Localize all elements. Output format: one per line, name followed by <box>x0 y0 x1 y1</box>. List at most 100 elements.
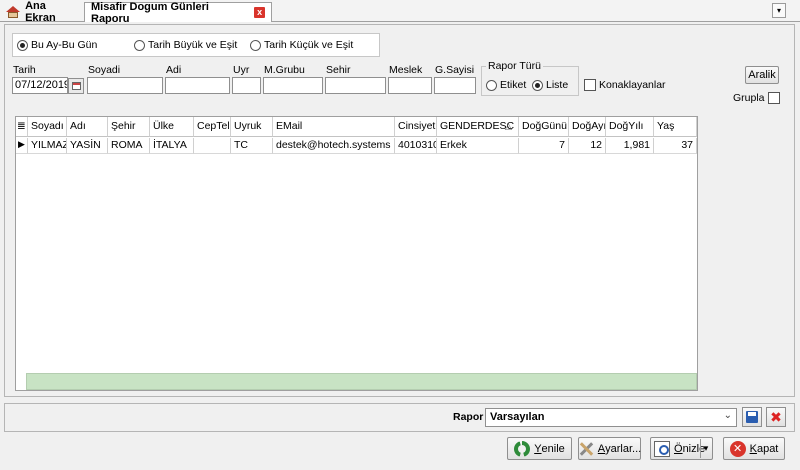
rapor-turu-title: Rapor Türü <box>486 60 543 72</box>
tab-ana-ekran-label: Ana Ekran <box>25 0 56 24</box>
yenile-mnemonic: Y <box>534 442 542 455</box>
table-cell[interactable]: 37 <box>654 138 697 154</box>
close-tab-icon[interactable]: x <box>254 7 265 18</box>
tab-bar: Ana Ekran Misafir Dogum Günleri Raporu x… <box>0 0 800 25</box>
column-header-ceptel[interactable]: CepTel <box>194 117 231 137</box>
radio-label: Etiket <box>500 79 527 91</box>
radio-circle-icon <box>532 79 543 91</box>
sehir-input[interactable] <box>325 77 386 94</box>
uyr-label: Uyr <box>233 64 250 76</box>
onizle-dropdown-arrow-icon[interactable]: ▾ <box>700 439 711 458</box>
refresh-icon <box>514 440 531 457</box>
close-icon: ✕ <box>729 440 746 457</box>
soyadi-input[interactable] <box>87 77 163 94</box>
column-header-sehir[interactable]: Şehir <box>108 117 150 137</box>
gsayisi-input[interactable] <box>434 77 476 94</box>
yenile-button[interactable]: Yenile <box>507 437 572 460</box>
column-header-email[interactable]: EMail <box>273 117 395 137</box>
table-cell[interactable]: TC <box>231 138 273 154</box>
column-header-soyadi[interactable]: Soyadı <box>28 117 67 137</box>
tarih-input[interactable]: 07/12/2019 <box>12 77 68 94</box>
adi-label: Adi <box>166 64 182 76</box>
delete-icon: ✖ <box>770 409 782 425</box>
konaklayanlar-checkbox[interactable]: Konaklayanlar <box>584 79 666 91</box>
aralik-button[interactable]: Aralik <box>745 66 779 84</box>
column-header-uyruk[interactable]: Uyruk <box>231 117 273 137</box>
radio-circle-icon <box>17 39 28 51</box>
kapat-button[interactable]: ✕ Kapat <box>723 437 785 460</box>
ayarlar-button[interactable]: Ayarlar... <box>578 437 641 460</box>
radio-label: Liste <box>546 79 569 91</box>
chevron-down-icon: ⌄ <box>723 410 732 421</box>
radio-bu-ay-bu-gun[interactable]: Bu Ay-Bu Gün <box>17 34 97 56</box>
table-cell[interactable]: Erkek <box>437 138 519 154</box>
checkbox-box <box>584 79 596 91</box>
kapat-mnemonic: K <box>749 442 757 455</box>
mgrubu-input[interactable] <box>263 77 323 94</box>
genderdesc-label: GENDERDESC <box>440 120 515 132</box>
column-header-dogayi[interactable]: DoğAyı <box>569 117 606 137</box>
sort-ascending-icon: △ <box>505 121 512 131</box>
radio-label: Tarih Büyük ve Eşit <box>148 39 238 51</box>
grid-footer-bar <box>26 373 697 390</box>
tab-ana-ekran[interactable]: Ana Ekran <box>0 0 82 24</box>
kapat-label: apat <box>756 442 779 455</box>
rapor-label: Rapor <box>453 411 484 423</box>
radio-tarih-buyuk-ve-esit[interactable]: Tarih Büyük ve Eşit <box>134 34 237 56</box>
tools-icon <box>578 441 594 457</box>
meslek-input[interactable] <box>388 77 432 94</box>
table-cell[interactable]: 7 <box>519 138 569 154</box>
radio-liste[interactable]: Liste <box>532 77 568 93</box>
row-indicator-header[interactable]: ≣ <box>16 117 28 137</box>
radio-circle-icon <box>250 39 261 51</box>
onizle-button[interactable]: Önizle ▾ <box>650 437 713 460</box>
grupla-checkbox[interactable]: Grupla <box>733 92 780 104</box>
tarih-label: Tarih <box>13 64 36 76</box>
row-indicator-icon[interactable]: ▶ <box>16 138 28 154</box>
radio-tarih-kucuk-ve-esit[interactable]: Tarih Küçük ve Eşit <box>250 34 353 56</box>
checkbox-box <box>767 92 780 104</box>
table-cell[interactable]: 40103102 <box>395 138 437 154</box>
ayarlar-label: yarlar... <box>605 442 642 455</box>
grupla-label: Grupla <box>733 92 765 104</box>
data-grid: ≣ Soyadı Adı Şehir Ülke CepTel Uyruk EMa… <box>15 116 698 391</box>
adi-input[interactable] <box>165 77 230 94</box>
radio-circle-icon <box>486 79 497 91</box>
radio-circle-icon <box>134 39 145 51</box>
floppy-disk-icon <box>746 411 758 423</box>
tab-list-chevron-down-icon[interactable]: ▾ <box>772 3 786 18</box>
column-header-cinsiyet[interactable]: Cinsiyet <box>395 117 437 137</box>
tab-misafir-dogum-gunleri-raporu[interactable]: Misafir Dogum Günleri Raporu x <box>84 0 272 25</box>
report-select-value: Varsayılan <box>490 411 545 423</box>
table-cell[interactable]: YILMAZ <box>28 138 67 154</box>
table-cell[interactable]: 12 <box>569 138 606 154</box>
uyr-input[interactable] <box>232 77 261 94</box>
column-header-dogyili[interactable]: DoğYılı <box>606 117 654 137</box>
konaklayanlar-label: Konaklayanlar <box>599 79 666 91</box>
table-cell[interactable] <box>194 138 231 154</box>
home-icon <box>6 6 20 18</box>
calendar-icon[interactable] <box>68 78 84 94</box>
radio-label: Tarih Küçük ve Eşit <box>264 39 354 51</box>
soyadi-label: Soyadi <box>88 64 121 76</box>
tab-active-label: Misafir Dogum Günleri Raporu <box>91 0 209 25</box>
date-filter-radio-group: Bu Ay-Bu Gün Tarih Büyük ve Eşit Tarih K… <box>12 33 380 57</box>
report-select[interactable]: Varsayılan ⌄ <box>485 408 737 427</box>
column-header-ulke[interactable]: Ülke <box>150 117 194 137</box>
column-header-doggunu[interactable]: DoğGünü <box>519 117 569 137</box>
rapor-turu-group: Rapor Türü Etiket Liste <box>481 60 579 96</box>
radio-etiket[interactable]: Etiket <box>486 77 526 93</box>
table-cell[interactable]: destek@hotech.systems <box>273 138 395 154</box>
column-header-yas[interactable]: Yaş <box>654 117 697 137</box>
gsayisi-label: G.Sayisi <box>435 64 475 76</box>
table-cell[interactable]: İTALYA <box>150 138 194 154</box>
preview-icon <box>654 440 670 457</box>
save-report-button[interactable] <box>742 407 762 427</box>
table-cell[interactable]: YASİN <box>67 138 108 154</box>
ayarlar-mnemonic: A <box>597 442 606 455</box>
delete-report-button[interactable]: ✖ <box>766 407 786 427</box>
onizle-mnemonic: Ö <box>674 442 683 455</box>
table-cell[interactable]: ROMA <box>108 138 150 154</box>
column-header-adi[interactable]: Adı <box>67 117 108 137</box>
table-cell[interactable]: 1,981 <box>606 138 654 154</box>
